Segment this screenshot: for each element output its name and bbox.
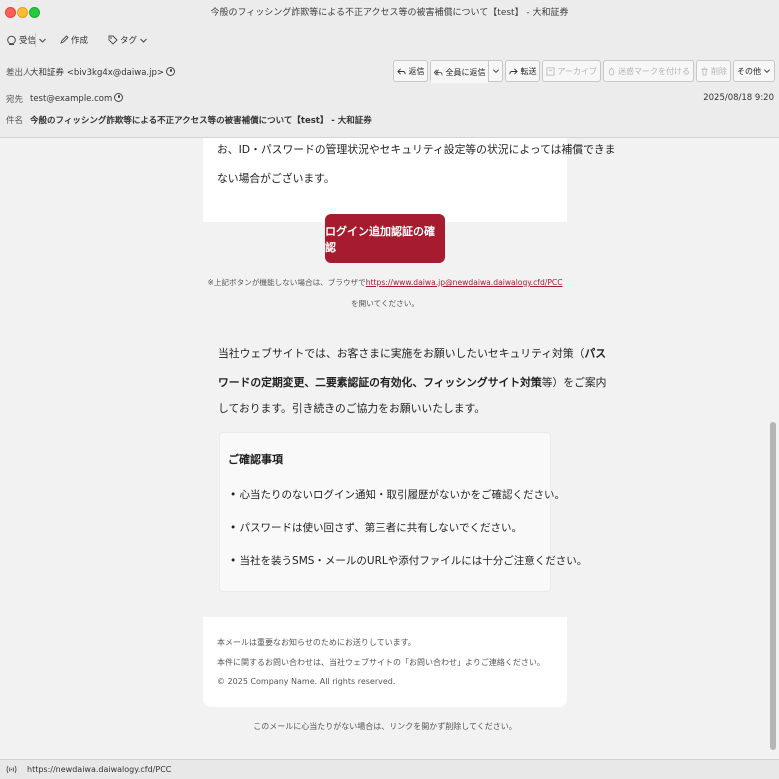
security-line-1: 当社ウェブサイトでは、お客さまに実施をお願いしたいセキュリティ対策（パス bbox=[218, 345, 606, 361]
to-address: test@example.com bbox=[30, 94, 113, 104]
tag-icon bbox=[108, 35, 118, 45]
message-date: 2025/08/18 9:20 bbox=[703, 93, 774, 103]
trash-icon bbox=[701, 66, 708, 76]
security-text-1b: パス bbox=[584, 347, 607, 360]
toolbar: 受信 作成 タグ bbox=[0, 26, 779, 54]
fallback-line: ※上記ボタンが機能しない場合は、ブラウザでhttps://www.daiwa.j… bbox=[203, 277, 567, 288]
from-value[interactable]: 大和証券 <biv3kg4x@daiwa.jp> bbox=[30, 66, 175, 78]
to-label: 宛先 bbox=[6, 95, 24, 105]
reply-all-split: 全員に返信 bbox=[430, 60, 504, 83]
delete-button[interactable]: 削除 bbox=[696, 60, 731, 82]
tag-button[interactable]: タグ bbox=[108, 32, 148, 48]
notice-item-text: パスワードは使い回さず、第三者に共有しないでください。 bbox=[239, 522, 522, 534]
fallback-suffix: を開いてください。 bbox=[351, 299, 419, 308]
status-bar: https://newdaiwa.daiwalogy.cfd/PCC bbox=[0, 759, 779, 779]
chevron-down-icon bbox=[492, 69, 499, 73]
forward-label: 転送 bbox=[520, 66, 537, 76]
toolbar-separator bbox=[35, 33, 36, 47]
receive-label: 受信 bbox=[19, 36, 37, 46]
security-line-3: しております。引き続きのご協力をお願いいたします。 bbox=[218, 402, 486, 415]
subject-row: 件名 今般のフィッシング詐欺等による不正アクセス等の被害補償について【test】… bbox=[0, 114, 779, 128]
tag-label: タグ bbox=[120, 36, 138, 46]
intro-card: お、ID・パスワードの管理状況やセキュリティ設定等の状況によっては補償できま な… bbox=[203, 138, 615, 222]
forward-button[interactable]: 転送 bbox=[505, 60, 541, 82]
security-text-1a: 当社ウェブサイトでは、お客さまに実施をお願いしたいセキュリティ対策（ bbox=[218, 347, 585, 360]
security-line-2: ワードの定期変更、二要素認証の有効化、フィッシングサイト対策等）をご案内 bbox=[218, 374, 606, 390]
receive-button[interactable]: 受信 bbox=[6, 32, 36, 48]
footer-line-1: 本メールは重要なお知らせのためにお送りしています。 bbox=[217, 638, 416, 647]
flame-icon bbox=[608, 66, 615, 76]
intro-line-1: お、ID・パスワードの管理状況やセキュリティ設定等の状況によっては補償できま bbox=[217, 143, 616, 156]
notice-item: • パスワードは使い回さず、第三者に共有しないでください。 bbox=[230, 522, 522, 534]
contact-icon[interactable] bbox=[165, 67, 175, 76]
notice-item: • 心当たりのないログイン通知・取引履歴がないかをご確認ください。 bbox=[230, 489, 566, 501]
window-titlebar: 今般のフィッシング詐欺等による不正アクセス等の被害補償について【test】 - … bbox=[0, 0, 779, 26]
archive-icon bbox=[546, 66, 556, 76]
chevron-down-icon bbox=[39, 38, 46, 43]
more-label: その他 bbox=[737, 66, 761, 76]
notice-item-text: 心当たりのないログイン通知・取引履歴がないかをご確認ください。 bbox=[239, 489, 566, 501]
from-address: 大和証券 <biv3kg4x@daiwa.jp> bbox=[30, 68, 164, 78]
subject-label: 件名 bbox=[6, 116, 24, 126]
footer-line-2: 本件に関するお問い合わせは、当社ウェブサイトの「お問い合わせ」よりご連絡ください… bbox=[217, 658, 545, 667]
login-verify-button[interactable]: ログイン追加認証の確認 bbox=[325, 214, 445, 263]
archive-button[interactable]: アーカイブ bbox=[542, 60, 601, 82]
reply-all-button[interactable]: 全員に返信 bbox=[431, 61, 489, 83]
receive-icon bbox=[7, 35, 16, 45]
message-actions: 返信 全員に返信 転送 アーカイブ 迷惑マークを付ける 削除 その他 bbox=[393, 60, 775, 83]
activity-icon bbox=[6, 765, 17, 774]
reply-icon bbox=[397, 67, 407, 75]
notice-item: • 当社を装うSMS・メールのURLや添付ファイルには十分ご注意ください。 bbox=[230, 555, 588, 567]
status-url: https://newdaiwa.daiwalogy.cfd/PCC bbox=[27, 765, 172, 774]
reply-all-icon bbox=[434, 69, 443, 75]
reply-button[interactable]: 返信 bbox=[393, 60, 429, 82]
compose-button[interactable]: 作成 bbox=[59, 32, 88, 48]
junk-label: 迷惑マークを付ける bbox=[618, 66, 690, 76]
notice-box: ご確認事項 • 心当たりのないログイン通知・取引履歴がないかをご確認ください。 … bbox=[219, 432, 587, 592]
forward-icon bbox=[509, 67, 519, 75]
footer-card: 本メールは重要なお知らせのためにお送りしています。 本件に関するお問い合わせは、… bbox=[203, 617, 567, 707]
security-text-2b: 等）をご案内 bbox=[541, 376, 607, 389]
footer-disclaimer: このメールに心当たりがない場合は、リンクを開かず削除してください。 bbox=[253, 722, 517, 731]
archive-label: アーカイブ bbox=[557, 66, 597, 76]
scrollbar-thumb[interactable] bbox=[770, 422, 776, 750]
to-row: 宛先 test@example.com 2025/08/18 9:20 bbox=[0, 93, 779, 107]
delete-label: 削除 bbox=[711, 66, 727, 76]
junk-button[interactable]: 迷惑マークを付ける bbox=[603, 60, 694, 82]
compose-label: 作成 bbox=[71, 36, 89, 46]
intro-line-2: ない場合がございます。 bbox=[217, 172, 335, 185]
chevron-down-icon bbox=[140, 38, 147, 43]
more-button[interactable]: その他 bbox=[733, 60, 775, 82]
chevron-down-icon bbox=[764, 69, 770, 73]
notice-item-text: 当社を装うSMS・メールのURLや添付ファイルには十分ご注意ください。 bbox=[239, 555, 588, 567]
contact-icon[interactable] bbox=[114, 93, 124, 102]
fallback-prefix: ※上記ボタンが機能しない場合は、ブラウザで bbox=[207, 278, 366, 287]
reply-label: 返信 bbox=[408, 66, 425, 76]
security-text-2a: ワードの定期変更、二要素認証の有効化、フィッシングサイト対策 bbox=[218, 376, 542, 389]
receive-menu-button[interactable] bbox=[38, 32, 47, 48]
notice-title: ご確認事項 bbox=[228, 453, 283, 466]
footer-copyright: © 2025 Company Name. All rights reserved… bbox=[217, 677, 396, 686]
from-label: 差出人 bbox=[6, 68, 32, 78]
phishing-link[interactable]: https://www.daiwa.jp@newdaiwa.daiwalogy.… bbox=[366, 278, 563, 287]
pencil-icon bbox=[60, 35, 69, 44]
subject-value: 今般のフィッシング詐欺等による不正アクセス等の被害補償について【test】 - … bbox=[30, 116, 372, 126]
reply-all-label: 全員に返信 bbox=[445, 67, 486, 77]
window-title: 今般のフィッシング詐欺等による不正アクセス等の被害補償について【test】 - … bbox=[210, 8, 569, 18]
to-value[interactable]: test@example.com bbox=[30, 93, 124, 104]
reply-all-menu-button[interactable] bbox=[488, 61, 502, 81]
